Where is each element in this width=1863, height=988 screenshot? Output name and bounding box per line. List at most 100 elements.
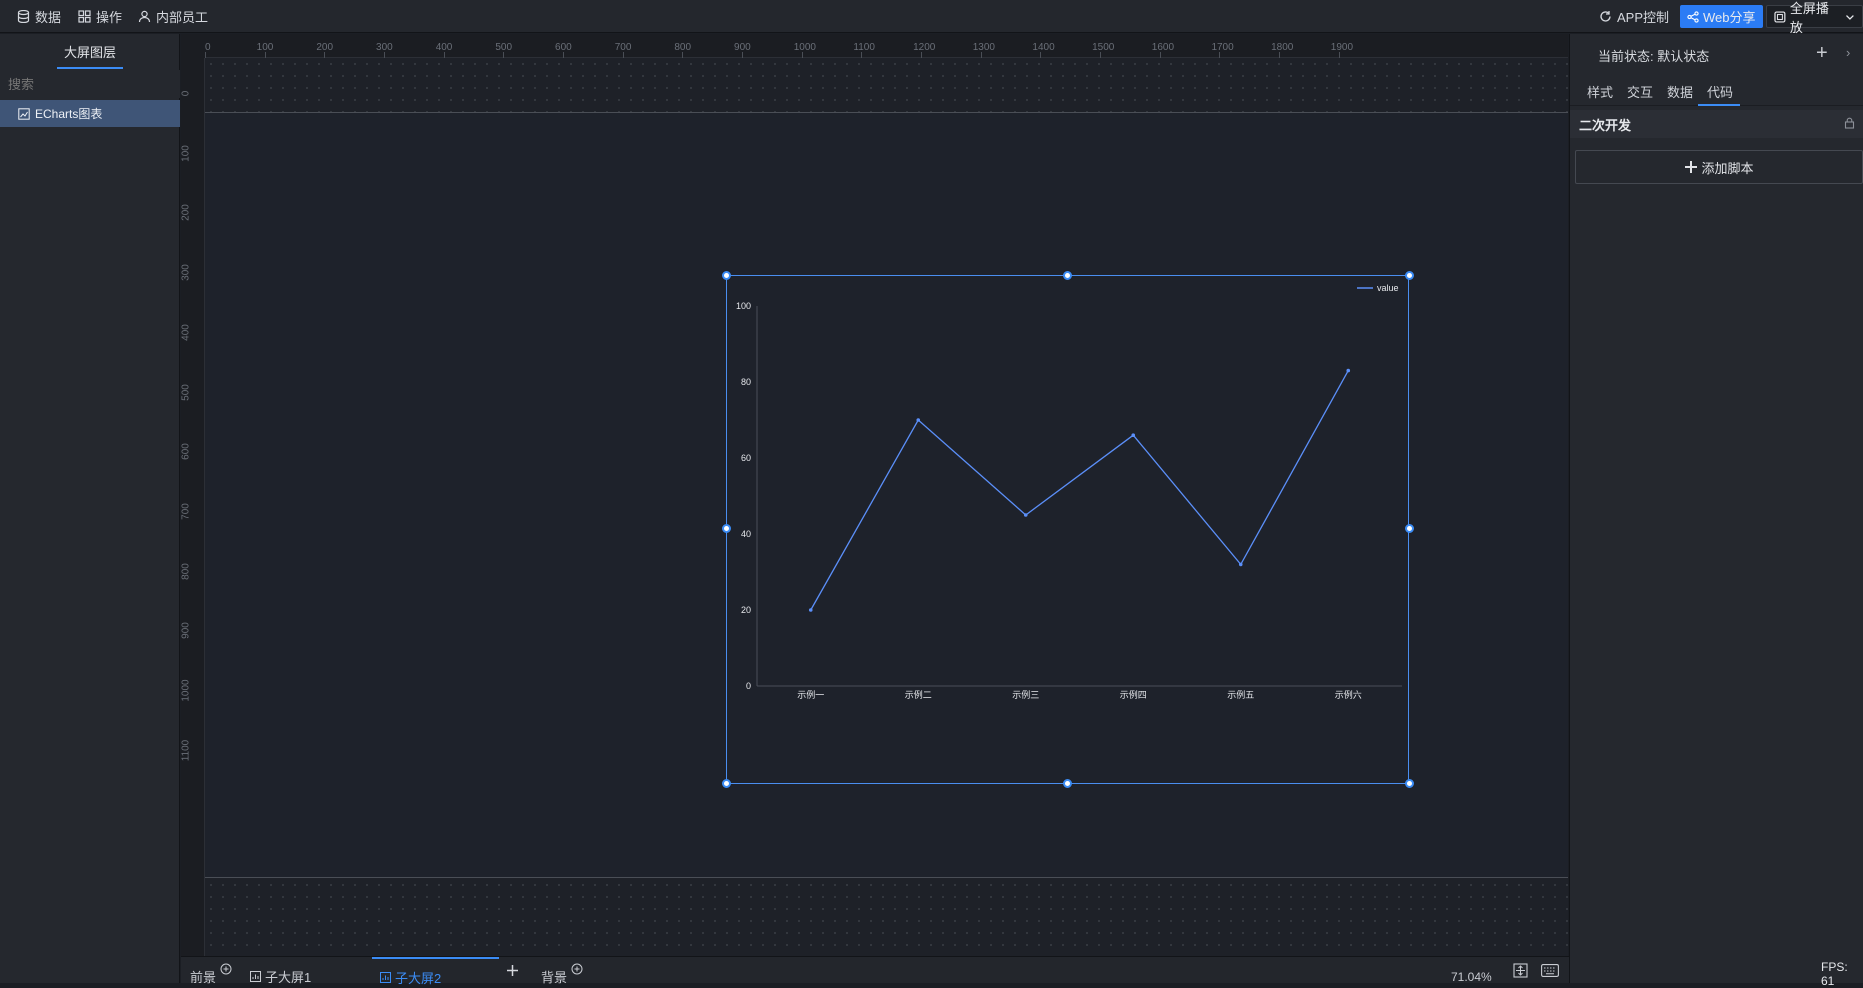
data-point (1023, 513, 1028, 517)
add-script-button[interactable]: 添加脚本 (1575, 150, 1863, 184)
keyboard-icon (1541, 964, 1559, 977)
chevron-right-icon[interactable]: › (1846, 45, 1850, 60)
properties-panel: 当前状态: 默认状态 + › 样式 交互 数据 代码 二次开发 添加脚本 (1569, 34, 1863, 983)
ruler-tick-h: 1300 (972, 42, 995, 53)
horizontal-ruler[interactable]: 0 100 200 300 400 500 600 700 800 900 1000 1100 1200… (181, 34, 1568, 58)
ruler-tick-v: 0 (181, 90, 192, 97)
y-tick-label: 0 (746, 681, 751, 691)
foreground-layer-button[interactable]: 前景 (190, 957, 232, 985)
ruler-tick-v: 300 (181, 264, 192, 281)
plus-icon (507, 965, 518, 976)
background-label: 背景 (541, 970, 568, 985)
tab-screen-layers-label: 大屏图层 (63, 44, 116, 60)
chevron-down-icon[interactable] (1845, 12, 1855, 22)
data-point (916, 418, 921, 422)
fullscreen-icon (1774, 10, 1786, 23)
x-tick-label: 示例一 (797, 689, 824, 700)
echarts-component-selection[interactable]: 0 20 40 60 80 100 示例一 示例二 示例三 示例四 示例五 示例六 value (726, 275, 1409, 784)
ruler-tick-mark (503, 52, 505, 58)
y-tick-label: 40 (741, 529, 751, 539)
tab-code[interactable]: 代码 (1707, 82, 1733, 101)
active-tab-underline (57, 67, 123, 69)
ruler-tick-h: 1900 (1330, 42, 1354, 53)
chart-icon (250, 971, 261, 982)
section-title: 二次开发 (1579, 117, 1632, 133)
resize-handle-top-left[interactable] (722, 271, 731, 280)
zoom-level[interactable]: 71.04% (1451, 957, 1492, 984)
tab-style[interactable]: 样式 (1587, 82, 1613, 101)
web-share-button[interactable]: Web分享 (1680, 5, 1763, 28)
resize-handle-top-right[interactable] (1405, 271, 1414, 280)
database-icon (17, 10, 30, 23)
y-tick-label: 60 (741, 453, 751, 463)
canvas-grid-top (205, 58, 1568, 112)
ruler-tick-mark (443, 52, 445, 58)
share-icon (1687, 10, 1699, 23)
operations-menu-label: 操作 (96, 10, 123, 25)
fps-counter: FPS: 61 (1821, 960, 1848, 988)
ruler-tick-v: 500 (181, 383, 192, 401)
background-layer-button[interactable]: 背景 (541, 957, 583, 985)
ruler-tick-mark (980, 52, 982, 58)
ruler-tick-mark (264, 52, 266, 58)
ruler-corner (181, 34, 205, 58)
keyboard-shortcuts-button[interactable] (1541, 957, 1559, 984)
ruler-tick-h: 1700 (1211, 42, 1234, 53)
staff-menu-label: 内部员工 (156, 10, 209, 25)
layer-item[interactable]: ECharts图表 (0, 100, 180, 127)
ruler-tick-mark (1219, 52, 1221, 58)
resize-handle-left[interactable] (722, 524, 731, 533)
ruler-tick-mark (1040, 52, 1042, 58)
ruler-tick-mark (563, 52, 565, 58)
add-circle-icon[interactable] (571, 963, 583, 975)
resize-handle-bottom-right[interactable] (1405, 779, 1414, 788)
y-tick-label: 80 (741, 377, 751, 387)
add-sub-screen-button[interactable] (506, 957, 519, 984)
app-control-button[interactable]: APP控制 (1599, 0, 1669, 33)
add-circle-icon[interactable] (220, 963, 232, 975)
tab-interaction[interactable]: 交互 (1627, 82, 1653, 101)
plus-icon (1685, 161, 1698, 173)
ruler-tick-mark (801, 52, 803, 58)
x-tick-label: 示例六 (1335, 689, 1362, 700)
editor-canvas[interactable]: 0 100 200 300 400 500 600 700 800 900 1000 1100 1200… (181, 34, 1568, 956)
fullscreen-play-button[interactable]: 全屏播放 (1766, 1, 1863, 35)
top-toolbar: 数据 操作 内部员工 APP控制 Web分享 全屏播放 (0, 0, 1863, 35)
ruler-tick-mark (1100, 52, 1102, 58)
sub-screen-1-label: 子大屏1 (265, 970, 312, 985)
operations-menu-button[interactable]: 操作 (78, 0, 122, 33)
ruler-tick-v: 800 (181, 562, 192, 580)
vertical-ruler[interactable]: 0 100 200 300 400 500 600 700 800 900 1000 1100 (181, 34, 205, 956)
resize-handle-right[interactable] (1405, 524, 1414, 533)
data-point (808, 608, 813, 612)
sub-screen-1-tab[interactable]: 子大屏1 (250, 957, 312, 985)
data-menu-button[interactable]: 数据 (17, 0, 61, 33)
x-tick-label: 示例三 (1012, 689, 1039, 700)
current-state-value: 默认状态 (1657, 49, 1710, 64)
y-tick-label: 20 (741, 605, 751, 615)
fit-screen-button[interactable] (1513, 957, 1528, 984)
tab-screen-layers[interactable]: 大屏图层 (0, 34, 180, 68)
lock-icon[interactable] (1844, 117, 1855, 129)
add-state-icon[interactable]: + (1816, 42, 1828, 65)
canvas-grid-bottom (205, 879, 1568, 956)
chart-icon (380, 972, 391, 983)
data-point (1238, 562, 1243, 567)
staff-menu-button[interactable]: 内部员工 (138, 0, 208, 33)
ruler-tick-v: 1100 (181, 739, 192, 761)
series-line (810, 370, 1349, 611)
tab-data[interactable]: 数据 (1667, 82, 1693, 101)
ruler-tick-mark (1159, 52, 1161, 58)
resize-handle-top[interactable] (1063, 271, 1072, 280)
screen-switcher-bar: 前景 子大屏1 子大屏2 背景 71.04% (181, 956, 1569, 986)
ruler-tick-v: 1000 (181, 679, 192, 702)
active-tab-underline (1698, 104, 1740, 106)
resize-handle-bottom[interactable] (1063, 779, 1072, 788)
ruler-tick-mark (324, 52, 326, 58)
ruler-tick-h: 1400 (1032, 42, 1055, 53)
chart-icon (18, 107, 30, 120)
refresh-icon (1600, 11, 1611, 22)
sub-screen-2-tab[interactable]: 子大屏2 (372, 957, 499, 986)
layer-search-input[interactable] (0, 70, 180, 98)
resize-handle-bottom-left[interactable] (722, 779, 731, 788)
